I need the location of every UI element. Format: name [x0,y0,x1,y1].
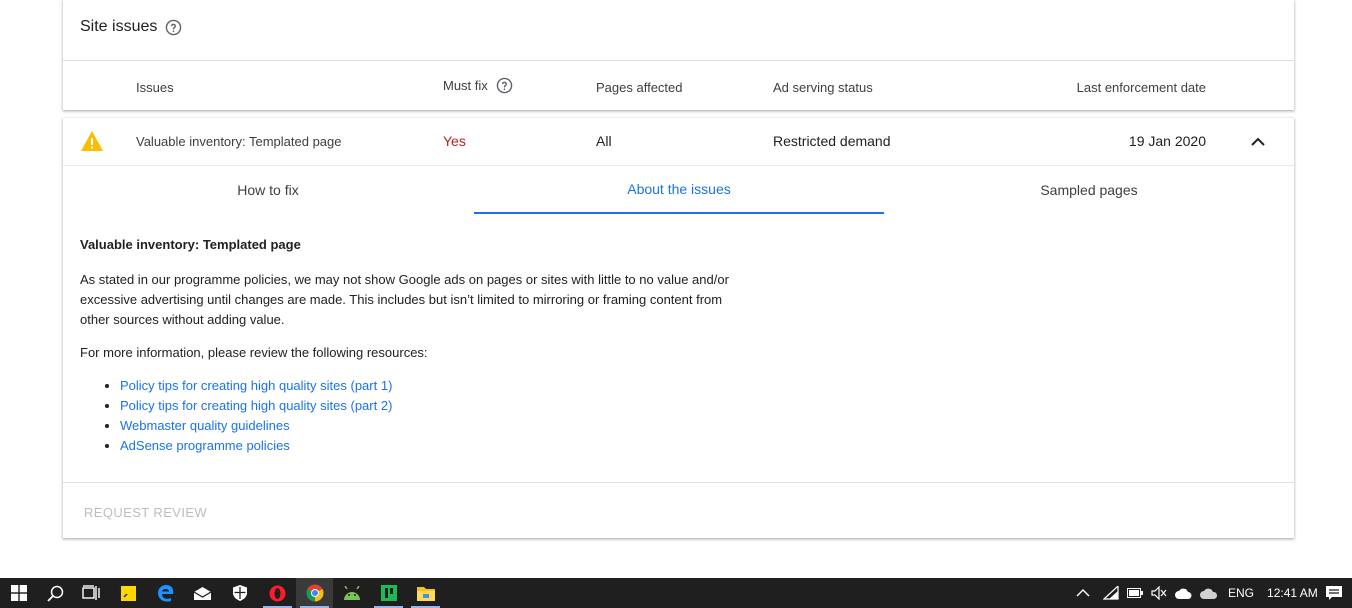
security-icon [232,585,247,601]
column-must-fix: Must fix [443,77,513,94]
tab-how-to-fix[interactable]: How to fix [63,166,473,214]
column-pages-affected: Pages affected [596,80,683,95]
cloud-sync-icon[interactable] [1175,587,1192,599]
wifi-icon[interactable] [1103,586,1119,600]
battery-icon[interactable] [1127,588,1143,598]
mail-icon [194,586,211,600]
chevron-up-icon[interactable] [1250,134,1266,150]
issue-pages-affected: All [596,133,612,149]
issue-detail-card: Valuable inventory: Templated page Yes A… [63,118,1294,538]
notifications-icon [1325,585,1342,600]
list-item: AdSense programme policies [120,436,730,456]
file-explorer-icon [416,586,435,601]
resources-intro: For more information, please review the … [80,345,428,360]
sticky-notes-app[interactable] [110,578,147,608]
action-center-button[interactable] [1315,578,1352,608]
search-button[interactable] [37,578,74,608]
task-view-button[interactable] [72,578,109,608]
list-item: Webmaster quality guidelines [120,416,730,436]
help-icon[interactable] [165,19,182,36]
column-issues: Issues [136,80,174,95]
start-button[interactable] [0,578,37,608]
chrome-app[interactable] [296,578,333,608]
about-content: Valuable inventory: Templated page As st… [80,235,730,456]
security-app[interactable] [221,578,258,608]
opera-icon [269,585,286,601]
mail-app[interactable] [184,578,221,608]
language-indicator[interactable]: ENG [1228,586,1254,600]
issue-last-enforcement-date: 19 Jan 2020 [1128,133,1206,149]
must-fix-help-icon[interactable] [496,77,513,94]
link-adsense-policies[interactable]: AdSense programme policies [120,438,290,453]
about-paragraph: As stated in our programme policies, we … [80,272,729,327]
edge-app[interactable] [147,578,184,608]
taskbar: ENG 12:41 AM [0,578,1352,608]
list-item: Policy tips for creating high quality si… [120,376,730,396]
site-issues-title-text: Site issues [80,18,158,35]
search-icon [47,585,64,602]
tab-sampled-pages[interactable]: Sampled pages [884,166,1294,214]
warning-icon [81,131,103,151]
issue-ad-serving-status: Restricted demand [773,133,891,149]
system-tray: ENG 12:41 AM [1076,578,1318,608]
app-icon [380,585,397,601]
onedrive-icon[interactable] [1200,588,1218,599]
column-last-enforcement-date: Last enforcement date [1076,80,1206,95]
column-ad-serving-status: Ad serving status [773,80,873,95]
issue-name: Valuable inventory: Templated page [136,134,342,149]
opera-app[interactable] [259,578,296,608]
issue-must-fix: Yes [443,133,466,149]
request-review-button[interactable]: REQUEST REVIEW [84,505,207,520]
site-issues-card: Site issues Issues Must fix Pages affect… [63,0,1294,110]
green-app[interactable] [370,578,407,608]
start-icon [10,585,27,601]
resources-list: Policy tips for creating high quality si… [120,376,730,456]
clock[interactable]: 12:41 AM [1267,586,1318,600]
list-item: Policy tips for creating high quality si… [120,396,730,416]
issue-row[interactable]: Valuable inventory: Templated page Yes A… [63,118,1294,166]
link-webmaster-guidelines[interactable]: Webmaster quality guidelines [120,418,290,433]
android-icon [343,586,360,600]
android-app[interactable] [333,578,370,608]
chrome-icon [306,584,323,602]
sticky-notes-icon [121,585,136,601]
edge-icon [157,585,173,602]
chevron-up-icon[interactable] [1076,588,1090,598]
card-footer: REQUEST REVIEW [63,482,1294,538]
about-heading: Valuable inventory: Templated page [80,237,301,252]
file-explorer-app[interactable] [407,578,444,608]
column-must-fix-label: Must fix [443,78,488,93]
task-view-icon [81,585,100,600]
issues-table-header: Issues Must fix Pages affected Ad servin… [63,60,1294,110]
volume-muted-icon[interactable] [1151,586,1167,600]
link-policy-tips-part-2[interactable]: Policy tips for creating high quality si… [120,398,392,413]
tab-about-the-issues[interactable]: About the issues [474,166,884,214]
link-policy-tips-part-1[interactable]: Policy tips for creating high quality si… [120,378,392,393]
issue-tabs: How to fix About the issues Sampled page… [63,166,1294,214]
site-issues-title: Site issues [80,18,182,36]
